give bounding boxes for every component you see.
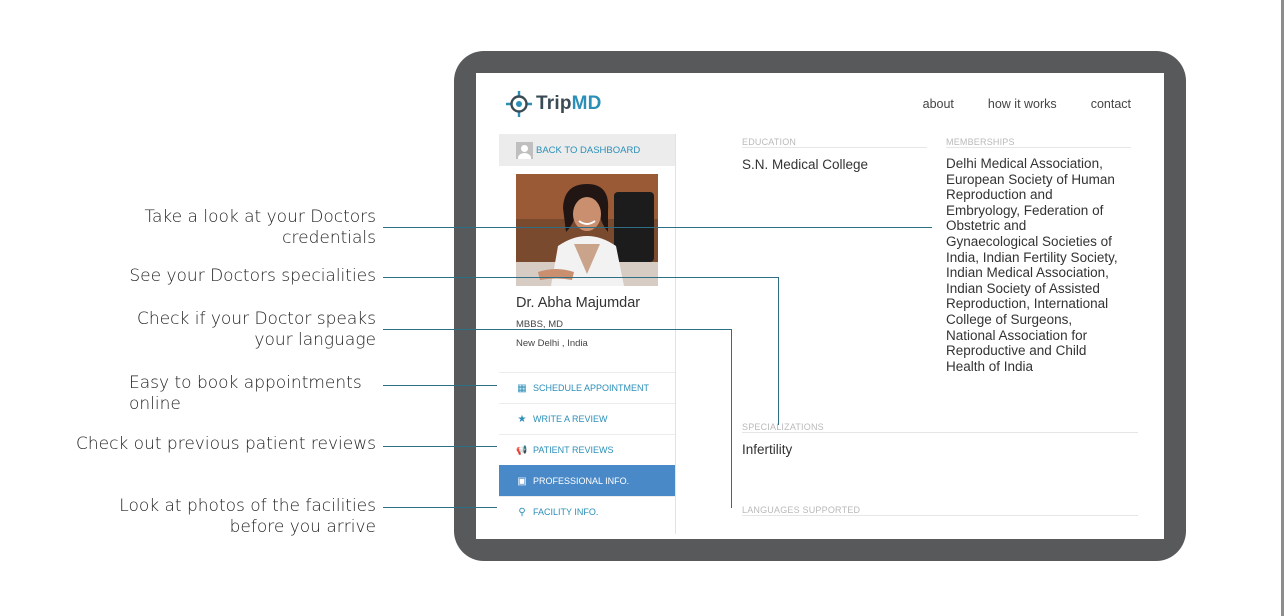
menu-item-write-a-review[interactable]: ★ WRITE A REVIEW	[499, 403, 675, 434]
map-pin-icon: ⚲	[518, 506, 526, 518]
menu-item-patient-reviews[interactable]: 📢 PATIENT REVIEWS	[499, 434, 675, 465]
megaphone-icon: 📢	[516, 444, 528, 455]
connector-appointments	[383, 385, 497, 386]
connector-credentials	[383, 227, 932, 228]
callout-reviews: Check out previous patient reviews	[75, 434, 376, 454]
membership-line: Embryology, Federation of	[946, 202, 1104, 218]
membership-line: Gynaecological Societies of	[946, 233, 1112, 249]
menu-item-label: FACILITY INFO.	[533, 507, 599, 517]
membership-line: Obstetric and	[946, 218, 1027, 234]
menu-item-facility-info[interactable]: ⚲ FACILITY INFO.	[499, 496, 675, 527]
doctor-photo	[516, 174, 658, 286]
callout-credentials: Take a look at your Doctors credentials	[120, 207, 376, 249]
calendar-icon: ▦	[517, 382, 527, 394]
star-icon: ★	[517, 413, 527, 425]
callout-facilities-line1: Look at photos of the facilities	[119, 496, 376, 516]
back-to-dashboard-link[interactable]: BACK TO DASHBOARD	[499, 134, 675, 166]
connector-language-v	[731, 329, 732, 508]
memberships-label: MEMBERSHIPS	[946, 137, 1015, 147]
membership-line: India, Indian Fertility Society,	[946, 249, 1118, 265]
brand-name-part1: Trip	[536, 93, 572, 114]
tripmd-logo[interactable]: TripMD	[506, 91, 602, 117]
menu-item-schedule-appointment[interactable]: ▦ SCHEDULE APPOINTMENT	[499, 372, 675, 403]
languages-divider	[742, 515, 1138, 516]
membership-line: Reproductive and Child	[946, 343, 1087, 359]
callout-appointments-line2: online	[129, 394, 181, 414]
doctor-name: Dr. Abha Majumdar	[516, 295, 641, 311]
education-label: EDUCATION	[742, 137, 797, 147]
back-to-dashboard-label: BACK TO DASHBOARD	[536, 144, 641, 156]
connector-language-h	[383, 329, 732, 330]
membership-line: College of Surgeons,	[946, 311, 1073, 327]
menu-item-label: PROFESSIONAL INFO.	[533, 476, 630, 486]
top-nav: about how it works contact	[923, 97, 1131, 111]
callout-language: Check if your Doctor speaks your languag…	[120, 309, 376, 351]
connector-facilities	[383, 507, 497, 508]
doctor-location: New Delhi , India	[516, 338, 588, 349]
callout-specialities: See your Doctors specialities	[129, 266, 376, 286]
callout-facilities-line2: before you arrive	[229, 517, 376, 537]
languages-label: LANGUAGES SUPPORTED	[742, 505, 861, 515]
specializations-label: SPECIALIZATIONS	[742, 422, 824, 432]
membership-line: Indian Medical Association,	[946, 265, 1109, 281]
membership-line: European Society of Human	[946, 171, 1115, 187]
specializations-value: Infertility	[742, 442, 793, 457]
menu-item-label: SCHEDULE APPOINTMENT	[533, 383, 650, 393]
user-avatar-icon	[516, 141, 533, 159]
education-divider	[742, 147, 927, 148]
menu-item-label: PATIENT REVIEWS	[533, 445, 614, 455]
connector-specialities-h	[383, 277, 779, 278]
brand-name: TripMD	[536, 93, 602, 115]
memberships-value: Delhi Medical Association, European Soci…	[946, 156, 1146, 374]
callout-appointments-line1: Easy to book appointments	[129, 373, 362, 393]
membership-line: Delhi Medical Association,	[946, 156, 1103, 171]
membership-line: Health of India	[946, 358, 1034, 374]
briefcase-icon: ▣	[517, 475, 527, 487]
specializations-divider	[742, 432, 1138, 433]
profile-menu: ▦ SCHEDULE APPOINTMENT ★ WRITE A REVIEW …	[499, 372, 675, 527]
menu-item-label: WRITE A REVIEW	[533, 414, 608, 424]
membership-line: Reproduction and	[946, 187, 1053, 203]
profile-sidebar: BACK TO DASHBOARD Dr. Abha Majumdar MBBS…	[499, 134, 676, 534]
tablet-screen: TripMD about how it works contact BACK T…	[476, 73, 1164, 539]
membership-line: Indian Society of Assisted	[946, 280, 1100, 296]
callout-language-line1: Check if your Doctor speaks	[137, 309, 376, 329]
nav-link-how-it-works[interactable]: how it works	[988, 97, 1057, 111]
callout-appointments: Easy to book appointments online	[129, 373, 379, 415]
callout-credentials-line1: Take a look at your Doctors	[144, 207, 376, 227]
callout-credentials-line2: credentials	[282, 228, 376, 248]
nav-link-contact[interactable]: contact	[1091, 97, 1131, 111]
menu-item-professional-info[interactable]: ▣ PROFESSIONAL INFO.	[499, 465, 675, 496]
memberships-divider	[946, 147, 1131, 148]
brand-name-part2: MD	[571, 93, 602, 114]
callout-language-line2: your language	[254, 330, 376, 350]
education-value: S.N. Medical College	[742, 157, 869, 172]
connector-reviews	[383, 446, 497, 447]
crosshair-logo-icon	[506, 91, 532, 117]
nav-link-about[interactable]: about	[923, 97, 954, 111]
callout-facilities: Look at photos of the facilities before …	[110, 496, 376, 538]
connector-specialities-v	[778, 277, 779, 425]
membership-line: National Association for	[946, 327, 1088, 343]
membership-line: Reproduction, International	[946, 296, 1109, 312]
